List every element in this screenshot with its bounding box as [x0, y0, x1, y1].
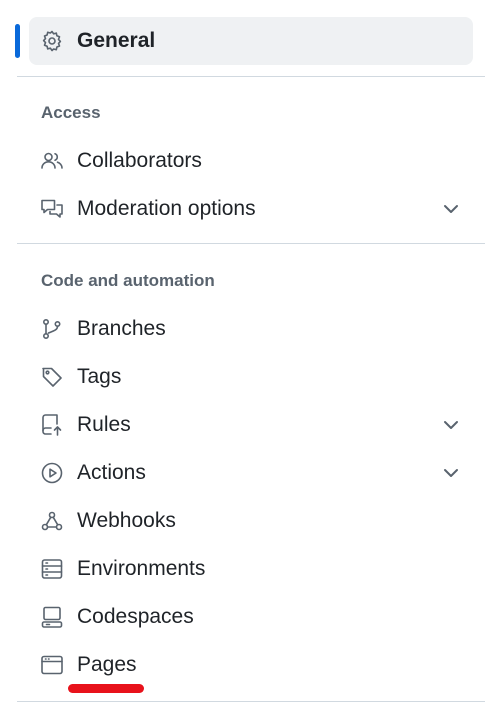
- sidebar-item-label: General: [77, 29, 156, 52]
- codespaces-icon: [40, 605, 64, 629]
- section-heading-code-and-automation: Code and automation: [41, 271, 215, 290]
- divider: [17, 243, 485, 244]
- sidebar-item-label: Moderation options: [77, 197, 256, 220]
- people-icon: [40, 149, 64, 173]
- sidebar-item-label: Actions: [77, 461, 146, 484]
- sidebar-item-general[interactable]: General: [29, 17, 473, 65]
- comment-discussion-icon: [40, 197, 64, 221]
- divider: [17, 76, 485, 77]
- git-branch-icon: [40, 317, 64, 341]
- sidebar-item-branches[interactable]: Branches: [29, 305, 473, 353]
- sidebar-item-label: Collaborators: [77, 149, 202, 172]
- section-heading-access: Access: [41, 103, 101, 122]
- sidebar-item-tags[interactable]: Tags: [29, 353, 473, 401]
- settings-sidebar: General Access Collaborators Moderation …: [0, 0, 490, 720]
- chevron-down-icon[interactable]: [441, 463, 461, 483]
- sidebar-item-label: Tags: [77, 365, 122, 388]
- sidebar-item-environments[interactable]: Environments: [29, 545, 473, 593]
- sidebar-item-collaborators[interactable]: Collaborators: [29, 137, 473, 185]
- chevron-down-icon[interactable]: [441, 199, 461, 219]
- sidebar-item-pages[interactable]: Pages: [29, 641, 473, 689]
- sidebar-item-label: Webhooks: [77, 509, 176, 532]
- sidebar-item-rules[interactable]: Rules: [29, 401, 473, 449]
- play-icon: [40, 461, 64, 485]
- webhook-icon: [40, 509, 64, 533]
- repo-push-icon: [40, 413, 64, 437]
- sidebar-item-label: Codespaces: [77, 605, 194, 628]
- browser-icon: [40, 653, 64, 677]
- chevron-down-icon[interactable]: [441, 415, 461, 435]
- tag-icon: [40, 365, 64, 389]
- annotation-underline: [68, 684, 144, 693]
- sidebar-item-actions[interactable]: Actions: [29, 449, 473, 497]
- sidebar-item-label: Pages: [77, 653, 137, 676]
- active-indicator: [15, 24, 20, 58]
- sidebar-item-codespaces[interactable]: Codespaces: [29, 593, 473, 641]
- sidebar-item-label: Environments: [77, 557, 206, 580]
- sidebar-item-label: Rules: [77, 413, 131, 436]
- sidebar-item-label: Branches: [77, 317, 166, 340]
- sidebar-item-moderation-options[interactable]: Moderation options: [29, 185, 473, 233]
- sidebar-item-webhooks[interactable]: Webhooks: [29, 497, 473, 545]
- gear-icon: [40, 29, 64, 53]
- divider: [17, 701, 485, 702]
- server-icon: [40, 557, 64, 581]
